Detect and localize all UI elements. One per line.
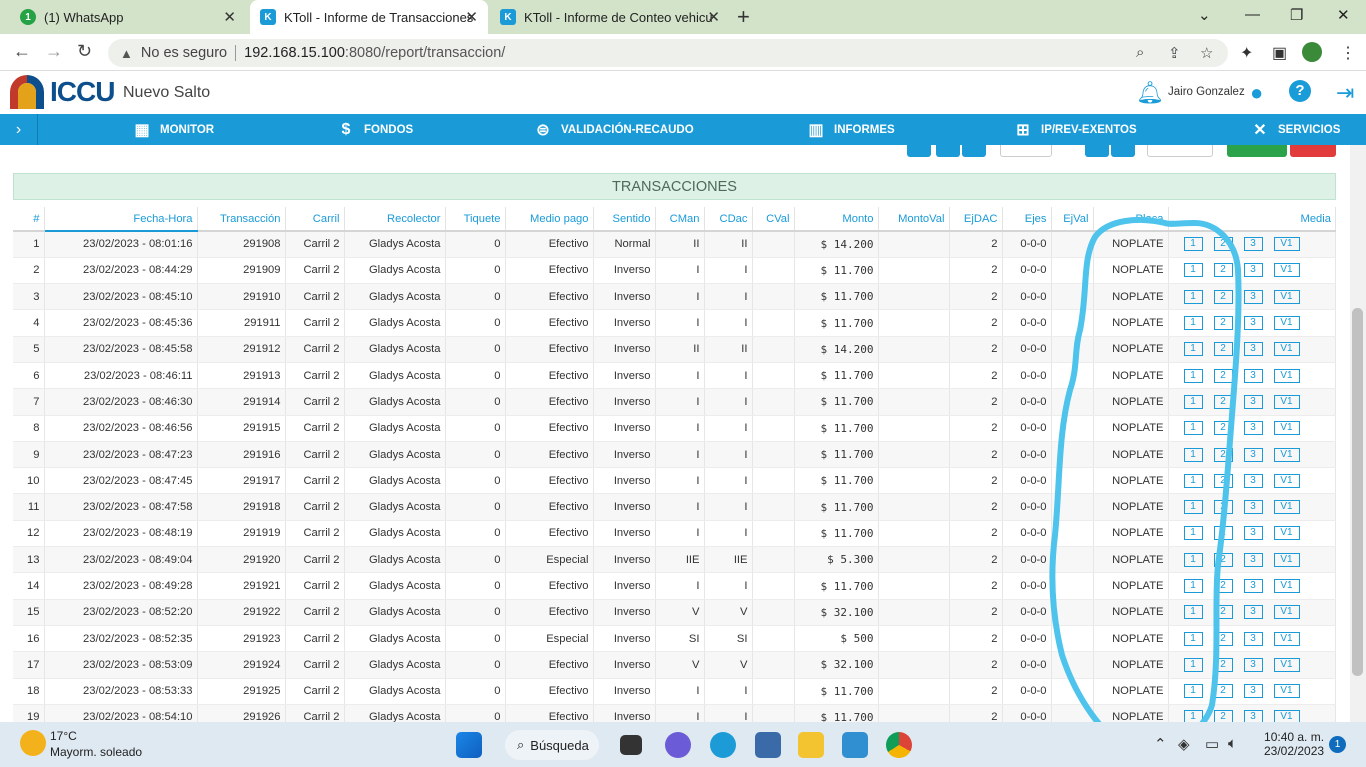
new-tab-icon[interactable]: +: [737, 4, 750, 30]
forward-icon[interactable]: →: [45, 41, 63, 62]
menu-validacion-recaudo[interactable]: ⊜ VALIDACIÓN-RECAUDO: [533, 114, 694, 145]
windows-start-icon[interactable]: [456, 732, 482, 758]
network-icon[interactable]: ▭: [1205, 735, 1219, 753]
menu-servicios[interactable]: ✕ SERVICIOS: [1250, 114, 1340, 145]
close-icon[interactable]: ✕: [465, 8, 478, 26]
teams-chat-icon[interactable]: [665, 732, 691, 758]
menu-label: MONITOR: [160, 123, 215, 136]
search-icon: ⌕: [517, 737, 525, 752]
address-toolbar: ← → ↻ ▲ No es seguro 192.168.15.100:8080…: [0, 34, 1366, 71]
network-app-icon[interactable]: [755, 732, 781, 758]
sidebar-toggle-icon[interactable]: ›: [0, 114, 38, 145]
taskbar-search[interactable]: ⌕ Búsqueda: [505, 730, 599, 760]
maximize-icon[interactable]: ❐: [1290, 6, 1303, 24]
k-icon: K: [500, 9, 516, 25]
bookmark-icon[interactable]: ☆: [1200, 44, 1213, 62]
clock[interactable]: 10:40 a. m. 23/02/2023: [1264, 730, 1324, 758]
menu-monitor[interactable]: ▦ MONITOR: [132, 114, 214, 145]
share-icon[interactable]: ⇪: [1168, 44, 1181, 62]
volume-icon[interactable]: 🔈︎: [1228, 735, 1237, 752]
main-menu: › ▦ MONITOR $ FONDOS ⊜ VALIDACIÓN-RECAUDO ▥…: [0, 114, 1366, 145]
clock-time: 10:40 a. m.: [1264, 730, 1325, 744]
k-icon: K: [260, 9, 276, 25]
close-icon[interactable]: ✕: [223, 8, 236, 26]
back-icon[interactable]: ←: [13, 41, 31, 62]
vscode-app-icon[interactable]: [842, 732, 868, 758]
report-content: TRANSACCIONES # Fecha-Hora Transacción C…: [0, 145, 1350, 722]
scrollbar-thumb[interactable]: [1352, 308, 1363, 676]
tray-app-icon[interactable]: ◈: [1178, 735, 1190, 753]
search-label: Búsqueda: [530, 737, 589, 753]
tab-transacciones[interactable]: K KToll - Informe de Transacciones ✕: [250, 0, 488, 34]
profile-avatar[interactable]: [1302, 42, 1322, 62]
logout-icon[interactable]: ⇥: [1336, 80, 1354, 106]
tools-icon: ✕: [1253, 121, 1267, 139]
menu-informes[interactable]: ▥ INFORMES: [806, 114, 895, 145]
user-icon[interactable]: ●: [1250, 80, 1263, 106]
close-icon[interactable]: ✕: [707, 8, 720, 26]
whatsapp-icon: 1: [20, 9, 36, 25]
report-icon: ▥: [808, 121, 824, 139]
chip-icon: ⊞: [1016, 121, 1030, 139]
menu-ip-rev-exentos[interactable]: ⊞ IP/REV-EXENTOS: [1013, 114, 1137, 145]
tab-label: KToll - Informe de Transacciones: [284, 9, 474, 25]
clock-date: 23/02/2023: [1264, 744, 1325, 758]
security-label: No es seguro: [140, 45, 228, 61]
tab-whatsapp[interactable]: 1 (1) WhatsApp ✕: [10, 0, 246, 34]
menu-label: VALIDACIÓN-RECAUDO: [561, 123, 694, 136]
iccu-logo-icon: [10, 75, 44, 109]
money-bag-icon: $: [341, 120, 351, 138]
chevron-up-icon[interactable]: ⌃: [1154, 735, 1167, 753]
url-text: 192.168.15.100:8080/report/transaccion/: [244, 45, 505, 61]
windows-taskbar: 17°C Mayorm. soleado ⌕ Búsqueda ⌃ ◈ ▭ 🔈︎ …: [0, 722, 1366, 767]
warning-icon: ▲: [120, 45, 133, 61]
url-host: 192.168.15.100: [244, 45, 345, 61]
sidepanel-icon[interactable]: ▣: [1272, 43, 1287, 63]
tab-label: KToll - Informe de Conteo vehicu: [524, 9, 713, 25]
weather-icon[interactable]: [20, 730, 46, 756]
menu-kebab-icon[interactable]: ⋮: [1340, 43, 1356, 63]
file-explorer-icon[interactable]: [798, 732, 824, 758]
reload-icon[interactable]: ↻: [77, 41, 92, 62]
divider: [235, 45, 237, 61]
tab-search-icon[interactable]: ⌄: [1198, 6, 1211, 24]
browser-tab-strip: 1 (1) WhatsApp ✕ K KToll - Informe de Tr…: [0, 0, 1366, 34]
weather-temp[interactable]: 17°C: [50, 729, 77, 743]
bell-icon[interactable]: 🔔︎: [1136, 80, 1164, 106]
menu-fondos[interactable]: $ FONDOS: [336, 114, 414, 145]
menu-label: SERVICIOS: [1278, 123, 1341, 136]
tab-conteo[interactable]: K KToll - Informe de Conteo vehicu ✕: [490, 0, 730, 34]
task-view-icon[interactable]: [620, 735, 642, 755]
edge-icon[interactable]: [710, 732, 736, 758]
brand-name: ICCU: [50, 76, 115, 107]
app-header: ICCU Nuevo Salto 🔔︎ Jairo Gonzalez ● ? ⇥: [0, 71, 1366, 114]
address-bar[interactable]: ▲ No es seguro 192.168.15.100:8080/repor…: [108, 39, 1228, 67]
user-name[interactable]: Jairo Gonzalez: [1168, 86, 1245, 98]
search-money-icon: ⊜: [536, 121, 550, 139]
zoom-icon[interactable]: ⌕: [1136, 44, 1144, 61]
minimize-icon[interactable]: —: [1245, 6, 1260, 23]
menu-label: FONDOS: [364, 123, 414, 136]
notification-badge[interactable]: 1: [1329, 736, 1346, 753]
url-path: :8080/report/transaccion/: [344, 45, 506, 61]
menu-label: IP/REV-EXENTOS: [1041, 123, 1137, 136]
menu-label: INFORMES: [834, 123, 895, 136]
tab-label: (1) WhatsApp: [44, 9, 124, 25]
chrome-icon[interactable]: [886, 732, 912, 758]
site-name: Nuevo Salto: [123, 84, 211, 101]
monitor-icon: ▦: [134, 121, 150, 139]
help-icon[interactable]: ?: [1289, 80, 1311, 102]
weather-desc[interactable]: Mayorm. soleado: [50, 745, 142, 759]
hand-drawn-annotation: [1049, 216, 1242, 722]
extensions-icon[interactable]: ✦: [1240, 43, 1253, 63]
close-window-icon[interactable]: ✕: [1337, 6, 1350, 24]
